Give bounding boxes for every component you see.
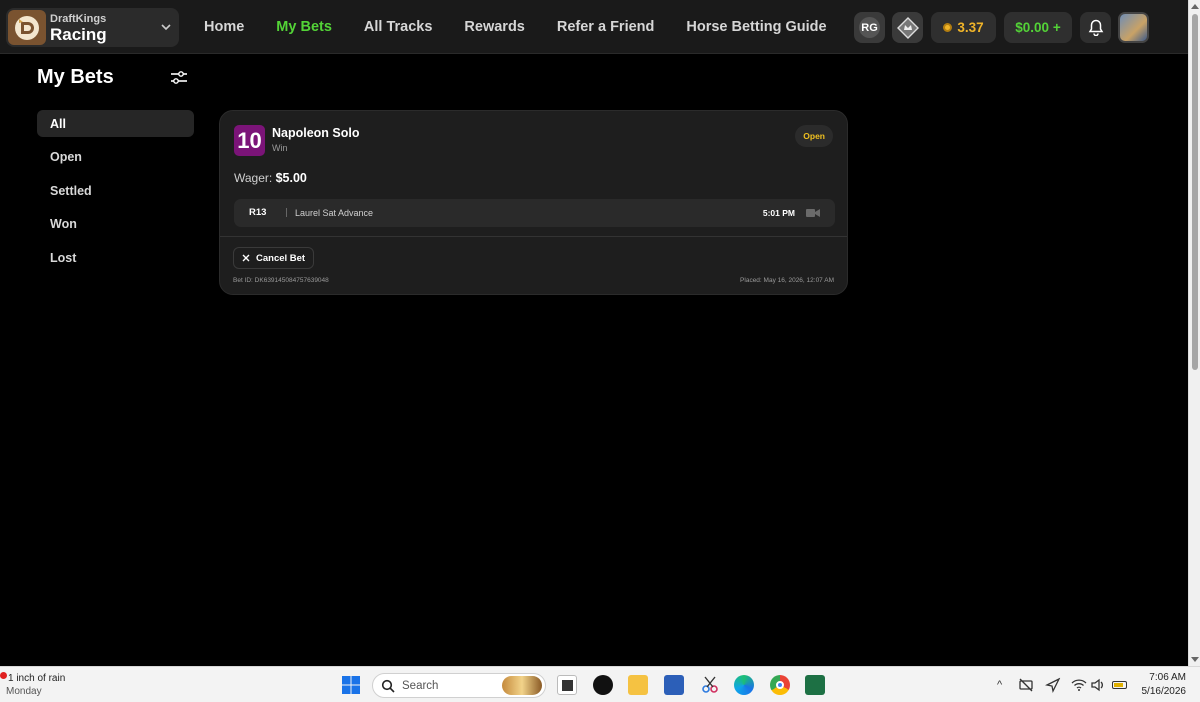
dell-icon[interactable] <box>593 675 613 695</box>
filter-won[interactable]: Won <box>37 211 194 238</box>
chrome-browser-icon[interactable] <box>770 675 790 695</box>
scroll-down-arrow-icon[interactable] <box>1191 657 1199 662</box>
bet-filter-menu: All Open Settled Won Lost <box>37 110 194 278</box>
scroll-up-arrow-icon[interactable] <box>1191 4 1199 9</box>
draftkings-logo <box>8 10 46 45</box>
nav-my-bets[interactable]: My Bets <box>276 19 332 35</box>
weather-summary[interactable]: 1 inch of rain <box>8 673 65 684</box>
volume-icon[interactable] <box>1090 677 1106 693</box>
bet-id: Bet ID: DK639145084757639048 <box>233 277 329 284</box>
weather-day[interactable]: Monday <box>6 686 42 697</box>
clock-date[interactable]: 5/16/2026 <box>1136 686 1187 697</box>
task-view-icon[interactable] <box>557 675 577 695</box>
crown-rewards-button[interactable] <box>892 12 923 43</box>
close-icon <box>242 254 250 262</box>
responsible-gaming-button[interactable]: RG <box>854 12 885 43</box>
page-title: My Bets <box>37 66 114 88</box>
user-avatar[interactable] <box>1118 12 1149 43</box>
wager-line: Wager: $5.00 <box>234 171 307 185</box>
excel-icon[interactable] <box>805 675 825 695</box>
brand-company: DraftKings <box>50 13 107 25</box>
crowns-value: 3.37 <box>957 20 984 35</box>
taskbar-search[interactable]: Search <box>372 673 546 698</box>
location-icon[interactable] <box>1045 677 1061 693</box>
wifi-icon[interactable] <box>1071 677 1087 693</box>
nav-all-tracks[interactable]: All Tracks <box>364 19 433 35</box>
program-number-badge: 10 <box>234 125 265 156</box>
filter-lost[interactable]: Lost <box>37 244 194 271</box>
edge-browser-icon[interactable] <box>734 675 754 695</box>
search-icon <box>381 679 395 693</box>
cancel-bet-button[interactable]: Cancel Bet <box>233 247 315 269</box>
bell-icon <box>1088 19 1103 36</box>
windows-taskbar: 1 inch of rain Monday Search ^ 7:06 AM 5… <box>0 666 1200 702</box>
top-nav: DraftKings Racing Home My Bets All Track… <box>0 0 1188 54</box>
chevron-up-icon[interactable]: ^ <box>997 679 1002 691</box>
scrollbar-thumb[interactable] <box>1192 14 1198 370</box>
race-info-row[interactable]: R13 Laurel Sat Advance 5:01 PM <box>234 199 835 227</box>
search-placeholder: Search <box>402 680 439 692</box>
bet-type: Win <box>272 143 288 153</box>
file-explorer-icon[interactable] <box>628 675 648 695</box>
card-divider <box>220 236 847 237</box>
placed-timestamp: Placed: May 16, 2026, 12:07 AM <box>740 277 834 284</box>
nav-horse-betting-guide[interactable]: Horse Betting Guide <box>686 19 826 35</box>
app-window: DraftKings Racing Home My Bets All Track… <box>0 0 1188 666</box>
vertical-scrollbar[interactable] <box>1188 0 1200 666</box>
microsoft-store-icon[interactable] <box>664 675 684 695</box>
wager-amount: $5.00 <box>275 171 307 185</box>
windows-start-icon[interactable] <box>341 675 361 695</box>
cancel-bet-label: Cancel Bet <box>256 252 306 264</box>
crown-diamond-icon <box>896 16 919 39</box>
filter-all[interactable]: All <box>37 110 194 137</box>
notifications-off-icon[interactable] <box>1018 677 1034 693</box>
brand-product: Racing <box>50 25 107 44</box>
nav-refer-a-friend[interactable]: Refer a Friend <box>557 19 655 35</box>
status-badge: Open <box>795 125 833 147</box>
wager-label: Wager: <box>234 171 273 185</box>
nav-rewards[interactable]: Rewards <box>464 19 524 35</box>
main-nav-links: Home My Bets All Tracks Rewards Refer a … <box>204 0 827 54</box>
weather-alert-icon <box>0 672 7 679</box>
crowns-balance[interactable]: 3.37 <box>931 12 996 43</box>
notifications-button[interactable] <box>1080 12 1111 43</box>
account-balance-button[interactable]: $0.00 + <box>1004 12 1072 43</box>
filter-open[interactable]: Open <box>37 144 194 171</box>
filter-settled[interactable]: Settled <box>37 177 194 204</box>
nav-home[interactable]: Home <box>204 19 244 35</box>
chevron-down-icon <box>161 24 171 31</box>
post-time: 5:01 PM <box>762 207 795 218</box>
search-highlight-image <box>502 676 542 695</box>
race-number: R13 <box>249 207 267 218</box>
rg-label: RG <box>859 17 880 38</box>
video-camera-icon[interactable] <box>806 208 820 218</box>
horse-name: Napoleon Solo <box>272 126 360 140</box>
battery-icon[interactable] <box>1112 681 1127 689</box>
coin-icon <box>943 23 953 32</box>
filter-sliders-icon[interactable] <box>170 70 188 86</box>
bet-card: 10 Napoleon Solo Win Open Wager: $5.00 R… <box>219 110 848 295</box>
snipping-tool-icon[interactable] <box>700 675 720 695</box>
track-name: Laurel Sat Advance <box>295 208 374 218</box>
clock-time[interactable]: 7:06 AM <box>1146 672 1186 683</box>
race-separator <box>286 208 287 217</box>
brand-switcher[interactable]: DraftKings Racing <box>6 8 179 47</box>
